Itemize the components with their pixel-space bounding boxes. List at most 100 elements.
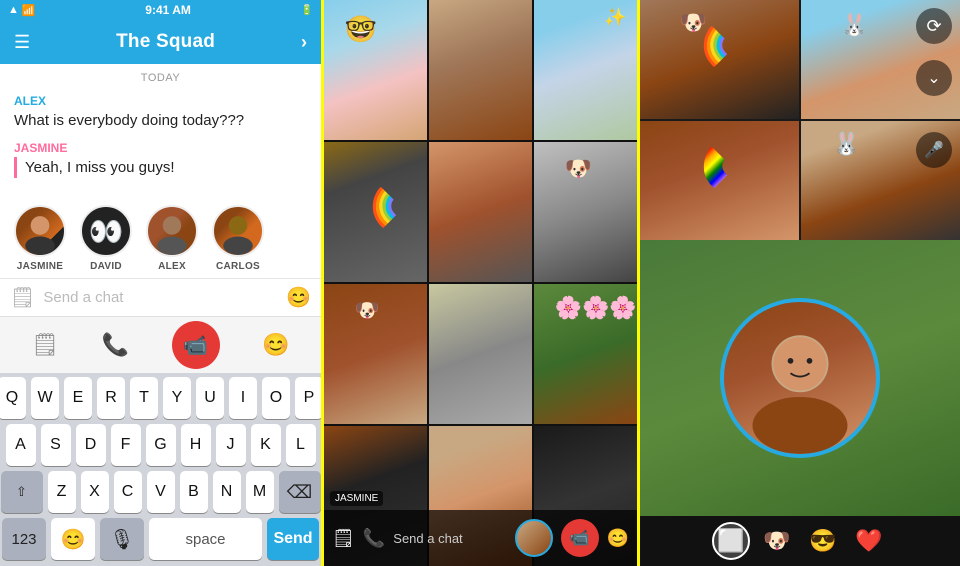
chat-area: TODAY ALEX What is everybody doing today… — [0, 64, 321, 197]
photo-cell-7: 🐶 — [324, 284, 427, 424]
emoji-option-white[interactable]: ⬜ — [712, 522, 750, 560]
num-key[interactable]: 123 — [2, 518, 46, 560]
wifi-signal: ▲📶 — [8, 4, 36, 17]
key-b[interactable]: B — [180, 471, 208, 513]
right-panel: 🐶 🌈 🐰 🌈 🐰 ⟳ ⌄ 🎤 — [640, 0, 960, 566]
chat-text-alex: What is everybody doing today??? — [14, 110, 307, 131]
sticker-icon[interactable]: 🗒 — [10, 285, 35, 310]
video-call-button[interactable]: 📹 — [172, 321, 220, 369]
key-l[interactable]: L — [286, 424, 316, 466]
space-key[interactable]: space — [149, 518, 262, 560]
sticker-action-icon[interactable]: 🗒 — [31, 332, 59, 358]
key-n[interactable]: N — [213, 471, 241, 513]
middle-video-button[interactable]: 📹 — [561, 519, 599, 557]
sender-name-jasmine: JASMINE — [14, 141, 307, 155]
middle-sticker-icon[interactable]: 🗒 — [332, 528, 355, 549]
middle-phone-icon[interactable]: 📞 — [363, 528, 385, 549]
key-a[interactable]: A — [6, 424, 36, 466]
emoji-option-dog[interactable]: 🐶 — [758, 522, 796, 560]
thumbnail-avatar — [515, 519, 553, 557]
key-q[interactable]: Q — [0, 377, 26, 419]
mic-key[interactable]: 🎙 — [100, 518, 144, 560]
chevron-down-button[interactable]: ⌄ — [916, 60, 952, 96]
key-y[interactable]: Y — [163, 377, 191, 419]
sender-name-alex: ALEX — [14, 94, 307, 108]
key-w[interactable]: W — [31, 377, 59, 419]
photo-cell-3: ✨ — [534, 0, 637, 140]
key-s[interactable]: S — [41, 424, 71, 466]
key-f[interactable]: F — [111, 424, 141, 466]
avatar-circle-david: 👀 — [80, 205, 132, 257]
key-x[interactable]: X — [81, 471, 109, 513]
phone-icon[interactable]: 📞 — [102, 332, 129, 358]
status-time: 9:41 AM — [145, 3, 191, 17]
keyboard-bottom-row: 123 😊 🎙 space Send — [2, 518, 319, 560]
status-bar: ▲📶 9:41 AM 🔋 — [0, 0, 321, 20]
avatar-label-jasmine: JASMINE — [17, 261, 64, 272]
chevron-down-icon: ⌄ — [927, 68, 940, 88]
key-e[interactable]: E — [64, 377, 92, 419]
photo-cell-6: 🐶 — [534, 142, 637, 282]
key-u[interactable]: U — [196, 377, 224, 419]
key-t[interactable]: T — [130, 377, 158, 419]
key-k[interactable]: K — [251, 424, 281, 466]
jasmine-name-tag: JASMINE — [330, 491, 383, 506]
mic-button[interactable]: 🎤 — [916, 132, 952, 168]
microphone-icon: 🎤 — [924, 140, 944, 160]
photo-cell-2 — [429, 0, 532, 140]
middle-emoji-icon[interactable]: 😊 — [607, 528, 629, 549]
emoji-action-icon[interactable]: 😊 — [262, 332, 289, 358]
avatar-circle-carlos — [212, 205, 264, 257]
key-i[interactable]: I — [229, 377, 257, 419]
chat-title: The Squad — [116, 31, 215, 53]
delete-key[interactable]: ⌫ — [279, 471, 321, 513]
key-o[interactable]: O — [262, 377, 290, 419]
action-bar: 🗒 📞 📹 😊 — [0, 316, 321, 373]
keyboard-row-3: ⇧ Z X C V B N M ⌫ — [2, 471, 319, 513]
smiley-icon[interactable]: 😊 — [286, 285, 311, 310]
status-icons: 🔋 — [301, 5, 313, 16]
key-h[interactable]: H — [181, 424, 211, 466]
key-p[interactable]: P — [295, 377, 323, 419]
main-video-area — [640, 240, 960, 516]
key-v[interactable]: V — [147, 471, 175, 513]
key-c[interactable]: C — [114, 471, 142, 513]
chat-input-placeholder[interactable]: Send a chat — [43, 289, 278, 306]
chat-text-jasmine: Yeah, I miss you guys! — [25, 157, 307, 178]
video-icon: 📹 — [183, 333, 208, 358]
avatar-jasmine[interactable]: JASMINE — [14, 205, 66, 272]
avatar-circle-alex — [146, 205, 198, 257]
chat-input-bar: 🗒 Send a chat 😊 — [0, 278, 321, 316]
photo-cell-4: 🌈 — [324, 142, 427, 282]
keyboard-row-1: Q W E R T Y U I O P — [2, 377, 319, 419]
avatar-carlos[interactable]: CARLOS — [212, 205, 264, 272]
main-video-circle — [720, 298, 880, 458]
avatars-row: JASMINE 👀 DAVID ALEX — [0, 197, 321, 278]
nav-bar: ☰ The Squad › — [0, 20, 321, 64]
key-r[interactable]: R — [97, 377, 125, 419]
phone-panel: ▲📶 9:41 AM 🔋 ☰ The Squad › TODAY ALEX Wh… — [0, 0, 321, 566]
middle-video-icon: 📹 — [570, 528, 590, 548]
glasses-filter-icon: 🤓 — [345, 14, 377, 45]
right-top-controls: ⟳ ⌄ 🎤 — [908, 0, 960, 176]
emoji-key[interactable]: 😊 — [51, 518, 95, 560]
send-key[interactable]: Send — [267, 518, 319, 560]
key-m[interactable]: M — [246, 471, 274, 513]
key-d[interactable]: D — [76, 424, 106, 466]
chat-date: TODAY — [14, 72, 307, 84]
emoji-option-heart[interactable]: ❤️ — [850, 522, 888, 560]
photo-cell-9: 🌸🌸🌸 — [534, 284, 637, 424]
avatar-alex[interactable]: ALEX — [146, 205, 198, 272]
avatar-david[interactable]: 👀 DAVID — [80, 205, 132, 272]
middle-chat-placeholder[interactable]: Send a chat — [393, 531, 506, 546]
emoji-option-sunglasses[interactable]: 😎 — [804, 522, 842, 560]
key-z[interactable]: Z — [48, 471, 76, 513]
key-j[interactable]: J — [216, 424, 246, 466]
chevron-right-icon[interactable]: › — [301, 32, 307, 53]
key-g[interactable]: G — [146, 424, 176, 466]
shift-key[interactable]: ⇧ — [1, 471, 43, 513]
menu-icon[interactable]: ☰ — [14, 32, 30, 53]
emoji-bar: ⬜ 🐶 😎 ❤️ — [640, 516, 960, 566]
avatar-label-carlos: CARLOS — [216, 261, 260, 272]
switch-camera-button[interactable]: ⟳ — [916, 8, 952, 44]
